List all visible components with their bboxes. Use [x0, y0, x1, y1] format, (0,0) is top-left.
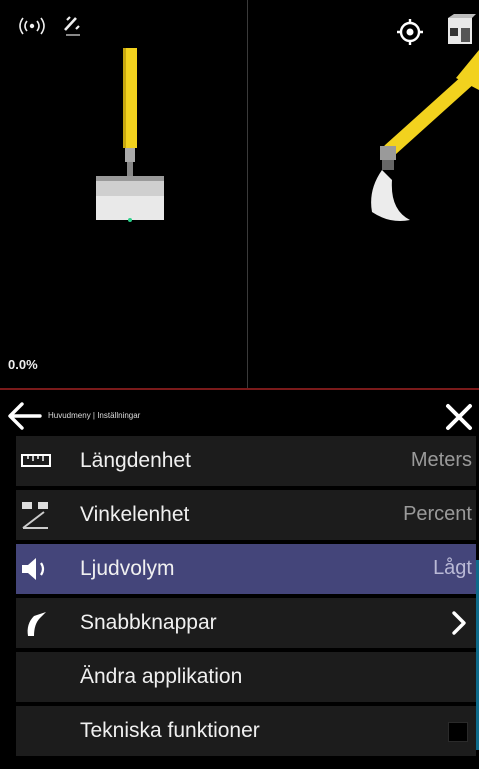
machine-viewport[interactable]: 0.0% [0, 0, 479, 390]
excavator-front-view [96, 48, 164, 222]
close-icon[interactable] [444, 402, 474, 432]
speaker-icon [22, 558, 45, 580]
menu-header: Huvudmeny | Inställningar [0, 390, 479, 442]
back-arrow-icon[interactable] [6, 402, 42, 430]
menu-item-change-application[interactable]: Ändra applikation [16, 652, 476, 702]
chevron-right-icon [452, 611, 466, 635]
menu-item-value: Lågt [433, 557, 472, 579]
menu-item-label: Ändra applikation [80, 665, 243, 688]
view-cube-icon[interactable] [446, 14, 476, 48]
percent-readout: 0.0% [8, 357, 38, 372]
settings-menu: Huvudmeny | Inställningar Längdenhet Met… [0, 390, 479, 769]
menu-item-label: Vinkelenhet [80, 503, 190, 526]
angle-icon [22, 502, 48, 529]
signal-icon [19, 17, 45, 35]
breadcrumb: Huvudmeny | Inställningar [48, 411, 141, 420]
viewport-divider [247, 0, 248, 388]
menu-item-length-unit[interactable]: Längdenhet Meters [16, 436, 476, 486]
satellite-icon [64, 16, 80, 36]
menu-item-technical-functions[interactable]: Tekniska funktioner [16, 706, 476, 756]
menu-item-label: Tekniska funktioner [80, 719, 260, 742]
menu-item-label: Längdenhet [80, 449, 191, 472]
excavator-side-view [371, 50, 479, 221]
quick-button-icon [27, 612, 46, 636]
menu-item-value: Percent [403, 503, 472, 525]
target-icon[interactable] [396, 18, 424, 46]
menu-item-value: Meters [410, 449, 472, 471]
menu-item-quick-buttons[interactable]: Snabbknappar [16, 598, 476, 648]
menu-item-angle-unit[interactable]: Vinkelenhet Percent [16, 490, 476, 540]
menu-item-sound-volume[interactable]: Ljudvolym Lågt [16, 544, 476, 594]
menu-item-label: Ljudvolym [80, 557, 175, 580]
menu-item-label: Snabbknappar [80, 611, 217, 634]
technical-functions-checkbox[interactable] [448, 722, 468, 742]
ruler-icon [21, 454, 51, 467]
